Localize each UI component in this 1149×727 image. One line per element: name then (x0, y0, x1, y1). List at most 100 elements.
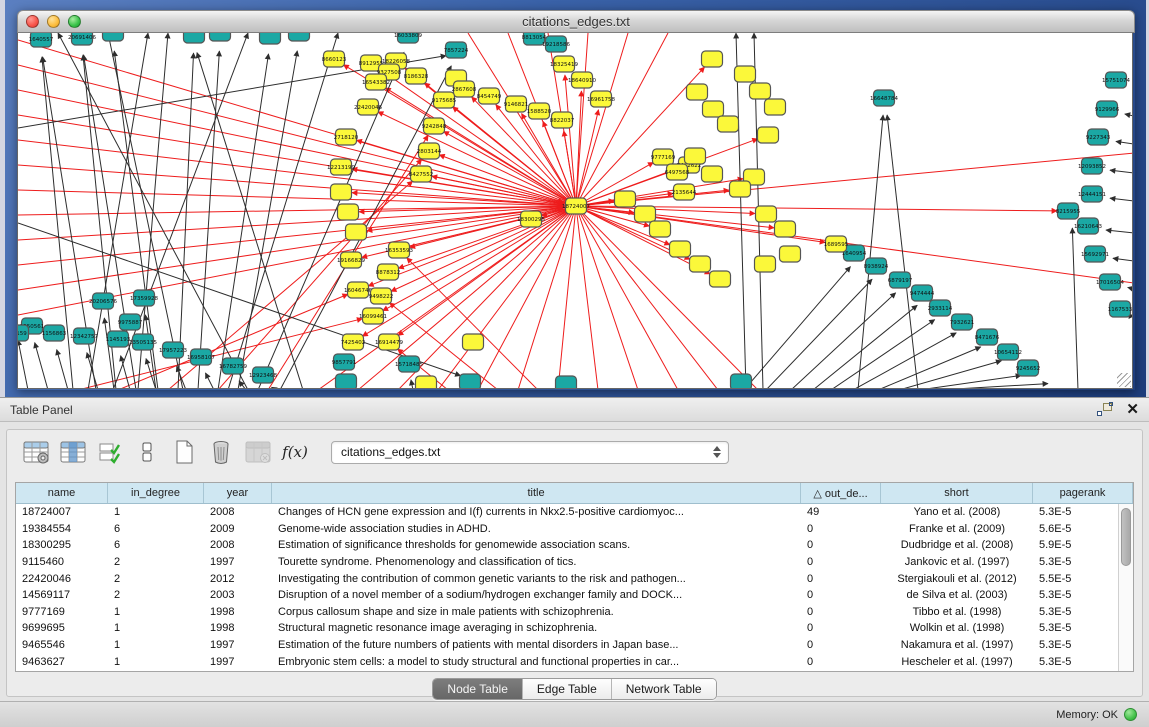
network-node[interactable] (731, 374, 752, 389)
network-node[interactable]: 9129966 (1095, 101, 1120, 117)
network-node[interactable] (416, 376, 437, 389)
network-node[interactable]: 1640557 (29, 33, 54, 47)
table-row[interactable]: 1938455462009Genome-wide association stu… (16, 521, 1133, 538)
cell-title[interactable]: Disruption of a novel member of a sodium… (272, 589, 801, 601)
cell-short[interactable]: Stergiakouli et al. (2012) (881, 573, 1033, 585)
column-header-title[interactable]: title (272, 483, 801, 503)
network-node[interactable] (289, 33, 310, 41)
table-row[interactable]: 969969511998Structural magnetic resonanc… (16, 620, 1133, 637)
network-node[interactable]: 7425402 (341, 334, 366, 350)
network-node[interactable] (463, 334, 484, 350)
table-row[interactable]: 977716911998Corpus callosum shape and si… (16, 604, 1133, 621)
network-node[interactable]: 17359928 (130, 290, 158, 306)
cell-short[interactable]: Dudbridge et al. (2008) (881, 539, 1033, 551)
network-node[interactable]: 8822037 (550, 112, 575, 128)
network-node[interactable] (260, 33, 281, 44)
cell-in-degree[interactable]: 1 (108, 656, 204, 668)
cell-name[interactable]: 9465546 (16, 639, 108, 651)
cell-short[interactable]: Nakamura et al. (1997) (881, 639, 1033, 651)
network-node[interactable]: 16648784 (870, 90, 898, 106)
network-node[interactable] (670, 241, 691, 257)
cell-name[interactable]: 19384554 (16, 523, 108, 535)
cell-out-de-[interactable]: 0 (801, 539, 881, 551)
network-node[interactable] (775, 221, 796, 237)
network-canvas[interactable]: 1640557206914061603380978572248813054192… (17, 33, 1133, 389)
cell-title[interactable]: Genome-wide association studies in ADHD. (272, 523, 801, 535)
network-node[interactable]: 18640910 (568, 72, 596, 88)
network-node[interactable]: 9245652 (1016, 360, 1041, 376)
network-node[interactable]: 16543382 (362, 74, 390, 90)
network-node[interactable]: 2803144 (417, 143, 442, 159)
cell-title[interactable]: Corpus callosum shape and size in male p… (272, 606, 801, 618)
network-node[interactable] (780, 246, 801, 262)
cell-year[interactable]: 1998 (204, 606, 272, 618)
network-node[interactable]: 19218586 (542, 36, 570, 52)
network-node[interactable]: 18724007 (562, 198, 590, 214)
network-node[interactable]: 16914479 (375, 334, 403, 350)
network-node[interactable] (687, 84, 708, 100)
network-node[interactable]: 7857224 (444, 42, 469, 58)
network-node[interactable]: 12342757 (70, 328, 98, 344)
column-header-name[interactable]: name (16, 483, 108, 503)
network-node[interactable] (758, 127, 779, 143)
cell-out-de-[interactable]: 0 (801, 589, 881, 601)
cell-out-de-[interactable]: 0 (801, 622, 881, 634)
network-node[interactable] (735, 66, 756, 82)
cell-short[interactable]: Hescheler et al. (1997) (881, 656, 1033, 668)
network-node[interactable]: 12093852 (1078, 158, 1106, 174)
column-header-out-de-[interactable]: △ out_de... (801, 483, 881, 503)
network-node[interactable] (685, 148, 706, 164)
cell-out-de-[interactable]: 0 (801, 639, 881, 651)
cell-out-de-[interactable]: 0 (801, 523, 881, 535)
cell-name[interactable]: 9463627 (16, 656, 108, 668)
table-selector-dropdown[interactable]: citations_edges.txt (331, 441, 729, 464)
cell-name[interactable]: 9699695 (16, 622, 108, 634)
network-node[interactable] (556, 376, 577, 389)
cell-in-degree[interactable]: 2 (108, 556, 204, 568)
cell-short[interactable]: Jankovic et al. (1997) (881, 556, 1033, 568)
cell-name[interactable]: 14569117 (16, 589, 108, 601)
cell-in-degree[interactable]: 1 (108, 506, 204, 518)
cell-year[interactable]: 1997 (204, 656, 272, 668)
network-node[interactable] (615, 191, 636, 207)
cell-name[interactable]: 9115460 (16, 556, 108, 568)
network-node[interactable]: 9857791 (332, 354, 357, 370)
table-scrollbar[interactable] (1118, 504, 1133, 671)
cell-out-de-[interactable]: 0 (801, 556, 881, 568)
network-node[interactable] (710, 271, 731, 287)
network-node[interactable] (336, 374, 357, 389)
cell-short[interactable]: de Silva et al. (2003) (881, 589, 1033, 601)
network-node[interactable]: 2135644 (672, 184, 697, 200)
network-node[interactable]: 10654112 (994, 344, 1022, 360)
scrollbar-thumb[interactable] (1121, 508, 1131, 566)
network-node[interactable]: 8215955 (1056, 203, 1081, 219)
tab-edge-table[interactable]: Edge Table (523, 679, 612, 699)
table-settings-button[interactable] (21, 437, 51, 467)
network-node[interactable]: 15718485 (395, 356, 423, 372)
cell-year[interactable]: 2008 (204, 506, 272, 518)
network-node[interactable]: 8878312 (376, 264, 401, 280)
network-node[interactable]: 20691406 (68, 33, 96, 45)
network-node[interactable] (765, 99, 786, 115)
cell-short[interactable]: Tibbo et al. (1998) (881, 606, 1033, 618)
network-node[interactable]: 1167533 (1108, 301, 1133, 317)
select-rows-button[interactable] (95, 437, 125, 467)
cell-name[interactable]: 22420046 (16, 573, 108, 585)
network-node[interactable] (635, 206, 656, 222)
network-node[interactable]: 16961758 (587, 91, 615, 107)
table-row[interactable]: 1456911722003Disruption of a novel membe… (16, 587, 1133, 604)
network-node[interactable] (103, 33, 124, 41)
network-node[interactable]: 6497568 (665, 164, 690, 180)
cell-title[interactable]: Structural magnetic resonance image aver… (272, 622, 801, 634)
network-node[interactable] (650, 221, 671, 237)
network-node[interactable]: 16782759 (219, 358, 247, 374)
network-node[interactable] (346, 224, 367, 240)
network-node[interactable]: 17016504 (1096, 274, 1124, 290)
network-node[interactable]: 1145193 (106, 331, 131, 347)
table-row[interactable]: 911546021997Tourette syndrome. Phenomeno… (16, 554, 1133, 571)
network-node[interactable]: 8660123 (322, 51, 347, 67)
table-row[interactable]: 1830029562008Estimation of significance … (16, 537, 1133, 554)
network-node[interactable]: 22420046 (354, 99, 382, 115)
cell-in-degree[interactable]: 1 (108, 639, 204, 651)
network-node[interactable]: 2718120 (334, 129, 359, 145)
